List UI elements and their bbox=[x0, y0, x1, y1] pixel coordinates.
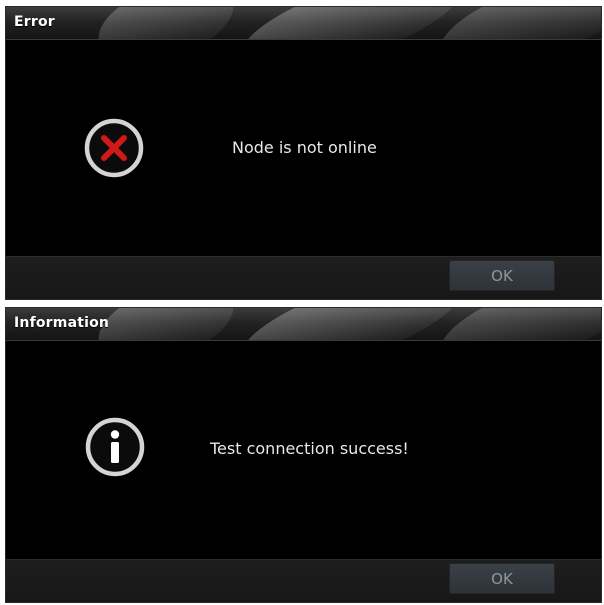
error-x-icon bbox=[84, 118, 144, 178]
dialog-message: Test connection success! bbox=[210, 439, 409, 458]
information-dialog: Information Test connection success! OK bbox=[5, 307, 602, 603]
error-dialog: Error Node is not online OK bbox=[5, 6, 602, 300]
error-dialog-titlebar[interactable]: Error bbox=[6, 7, 601, 40]
ok-button[interactable]: OK bbox=[449, 563, 555, 594]
information-dialog-titlebar[interactable]: Information bbox=[6, 308, 601, 341]
dialog-message: Node is not online bbox=[232, 138, 377, 157]
dialog-title: Information bbox=[14, 315, 110, 331]
ok-button[interactable]: OK bbox=[449, 260, 555, 291]
info-icon bbox=[85, 417, 145, 477]
dialog-footer: OK bbox=[6, 559, 601, 602]
error-dialog-body: Node is not online bbox=[6, 40, 601, 258]
dialog-title: Error bbox=[14, 14, 55, 30]
information-dialog-body: Test connection success! bbox=[6, 341, 601, 561]
dialog-footer: OK bbox=[6, 256, 601, 299]
